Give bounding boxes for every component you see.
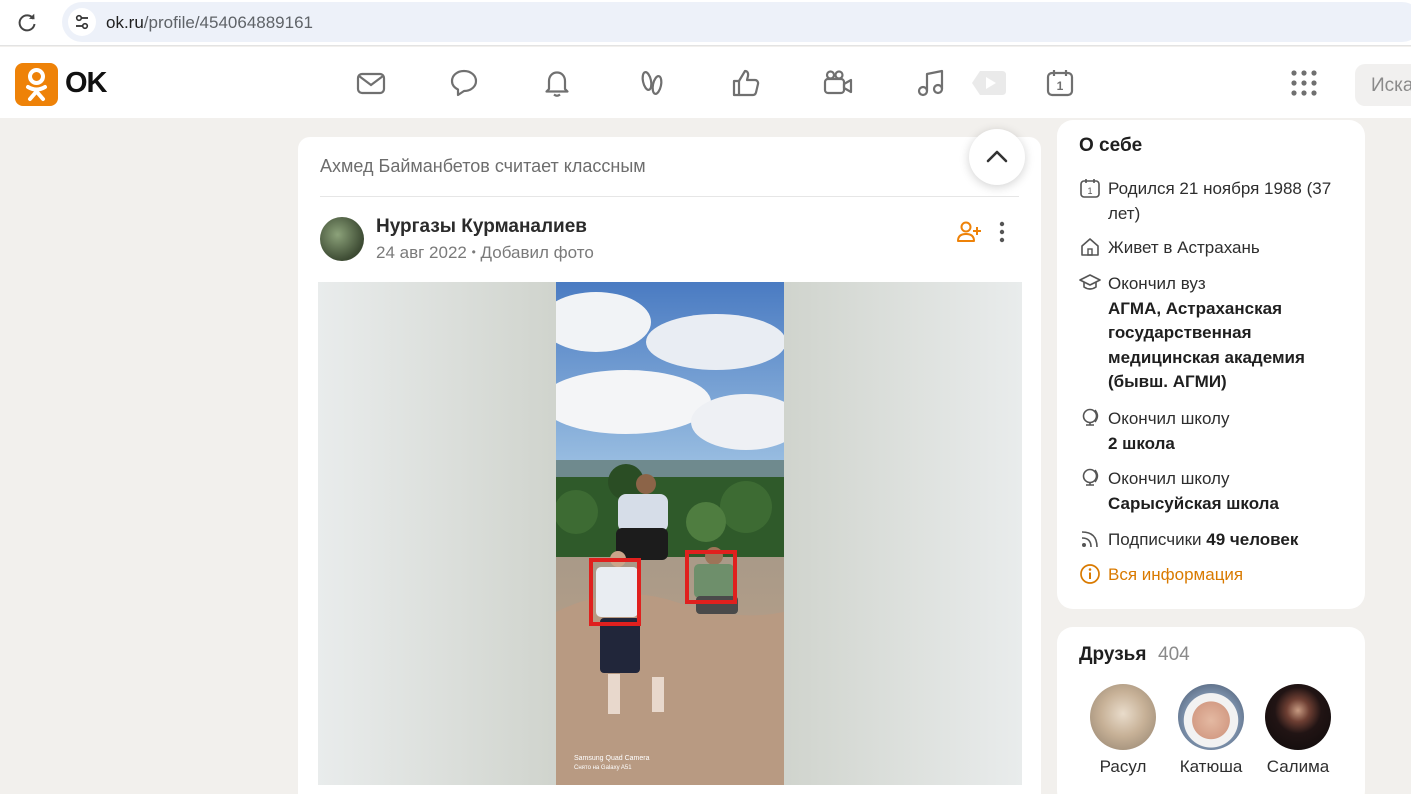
chat-icon[interactable] bbox=[448, 67, 480, 99]
author-avatar[interactable] bbox=[320, 217, 364, 261]
search-input[interactable]: Иска bbox=[1355, 64, 1411, 106]
friends-title[interactable]: Друзья bbox=[1079, 644, 1146, 666]
highlight-box bbox=[589, 558, 641, 626]
calendar-icon: 1 bbox=[1080, 179, 1100, 198]
mail-icon[interactable] bbox=[355, 67, 387, 99]
post-action: Добавил фото bbox=[480, 243, 594, 262]
school-label: Окончил школу bbox=[1108, 409, 1230, 428]
feed-post-card: Ахмед Байманбетов считает классным Нурга… bbox=[298, 137, 1041, 794]
subscribers-label: Подписчики bbox=[1108, 530, 1202, 549]
logo-text[interactable]: OK bbox=[65, 67, 107, 100]
friend-name: Катюша bbox=[1179, 757, 1243, 776]
globe-icon bbox=[1082, 468, 1099, 486]
collapse-button[interactable] bbox=[969, 129, 1025, 185]
all-info-label[interactable]: Вся информация bbox=[1108, 563, 1353, 588]
friend-item[interactable]: Катюша bbox=[1171, 684, 1251, 777]
meta-separator: • bbox=[471, 245, 476, 259]
friend-item[interactable]: Расул bbox=[1083, 684, 1163, 777]
friend-name: Расул bbox=[1099, 757, 1147, 776]
post-meta: 24 авг 2022 • Добавил фото bbox=[376, 243, 594, 263]
about-card: О себе 1 Родился 21 ноября 1988 (37 лет)… bbox=[1057, 120, 1365, 609]
svg-text:1: 1 bbox=[1057, 79, 1064, 93]
graduation-cap-icon bbox=[1079, 274, 1101, 290]
avatar bbox=[1090, 684, 1156, 750]
avatar bbox=[1265, 684, 1331, 750]
globe-icon bbox=[1082, 408, 1099, 426]
about-title: О себе bbox=[1079, 135, 1143, 156]
photo-image: Samsung Quad Camera Снято на Galaxy A51 bbox=[556, 282, 784, 785]
search-placeholder: Иска bbox=[1371, 75, 1411, 96]
friends-count[interactable]: 404 bbox=[1158, 644, 1190, 666]
post-date[interactable]: 24 авг 2022 bbox=[376, 243, 467, 262]
school-name[interactable]: Сарысуйская школа bbox=[1108, 494, 1279, 513]
friend-item[interactable]: Салима bbox=[1258, 684, 1338, 777]
calendar-icon[interactable]: 1 bbox=[1044, 67, 1076, 99]
highlight-box bbox=[685, 550, 737, 604]
home-icon bbox=[1081, 238, 1099, 256]
rss-icon bbox=[1081, 531, 1098, 548]
video-icon[interactable] bbox=[970, 67, 1008, 99]
svg-text:1: 1 bbox=[1087, 186, 1092, 196]
post-author[interactable]: Нургазы Курманалиев bbox=[376, 216, 587, 238]
guests-icon[interactable] bbox=[636, 67, 668, 99]
post-photo[interactable]: Samsung Quad Camera Снято на Galaxy A51 bbox=[318, 282, 1022, 785]
subscribers-value[interactable]: 49 человек bbox=[1206, 530, 1298, 549]
liked-by-text[interactable]: Ахмед Байманбетов считает классным bbox=[320, 156, 646, 177]
svg-text:Снято на Galaxy A51: Снято на Galaxy A51 bbox=[574, 765, 632, 771]
bell-icon[interactable] bbox=[541, 67, 573, 99]
video-camera-icon[interactable] bbox=[822, 67, 854, 99]
friends-card: Друзья 404 Расул Катюша Салима bbox=[1057, 627, 1365, 794]
tune-icon[interactable] bbox=[68, 8, 96, 36]
info-icon bbox=[1080, 564, 1100, 584]
address-bar[interactable]: ok.ru/profile/454064889161 bbox=[62, 2, 1411, 42]
music-icon[interactable] bbox=[915, 67, 947, 99]
school-name[interactable]: 2 школа bbox=[1108, 434, 1175, 453]
add-friend-icon[interactable] bbox=[956, 220, 982, 244]
divider bbox=[320, 196, 1019, 197]
avatar bbox=[1178, 684, 1244, 750]
browser-toolbar: ok.ru/profile/454064889161 bbox=[0, 0, 1411, 46]
university-name[interactable]: АГМА, Астраханская государственная медиц… bbox=[1108, 299, 1305, 392]
university-label: Окончил вуз bbox=[1108, 274, 1206, 293]
photo-watermark: Samsung Quad Camera bbox=[574, 755, 650, 762]
school-label: Окончил школу bbox=[1108, 469, 1230, 488]
reload-icon[interactable] bbox=[15, 11, 39, 35]
ok-logo-icon[interactable] bbox=[15, 63, 58, 106]
more-options-icon[interactable] bbox=[994, 219, 1010, 245]
site-header: OK 1 Иска bbox=[0, 47, 1411, 118]
like-icon[interactable] bbox=[730, 67, 762, 99]
grid-icon[interactable] bbox=[1288, 67, 1320, 99]
chevron-up-icon bbox=[986, 150, 1008, 163]
url-text: ok.ru/profile/454064889161 bbox=[106, 13, 313, 32]
friend-name: Салима bbox=[1266, 757, 1330, 776]
